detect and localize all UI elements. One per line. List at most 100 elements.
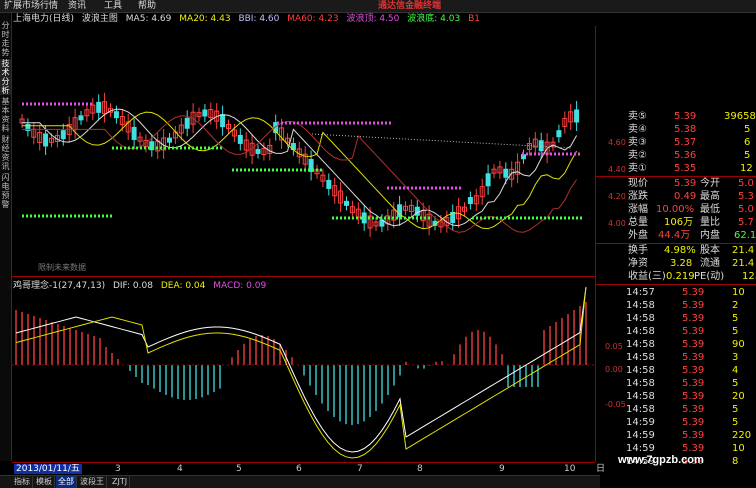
candle-body: [202, 109, 208, 117]
ask-price: 5.37: [674, 137, 697, 148]
stat-value: 5.39: [674, 178, 697, 189]
menu-item-extended-market[interactable]: 扩展市场行情: [4, 0, 58, 12]
stat-row: 净资 3.28 流通 21.4: [596, 258, 756, 270]
stat-value: 5.0: [738, 204, 754, 215]
left-tab-intraday[interactable]: 分时走势: [0, 21, 11, 57]
candle-body: [344, 200, 349, 206]
tick-row: 14:58 5.39 5: [596, 404, 756, 416]
stat-row: 收益(三) 0.219 PE(动) 12.: [596, 271, 756, 283]
tick-row: 14:58 5.39 90: [596, 339, 756, 351]
tick-row: 14:58 5.39 20: [596, 391, 756, 403]
main-chart-header: 上海电力(日线) 波浪主图 MA5: 4.69 MA20: 4.43 BBI: …: [13, 13, 485, 25]
tick-volume: 5: [732, 404, 739, 415]
stat-row: 外盘 44.4万 内盘 62.1: [596, 230, 756, 242]
ask-row: 卖③ 5.37 6: [596, 137, 756, 149]
tick-price: 5.39: [682, 365, 705, 376]
menu-item-news[interactable]: 资讯: [68, 0, 86, 12]
dif-line: [15, 286, 587, 453]
menu-item-tools[interactable]: 工具: [104, 0, 122, 12]
tick-price: 5.39: [682, 287, 705, 298]
ma20-value: MA20: 4.43: [179, 14, 231, 24]
ask-label: 卖⑤: [628, 111, 647, 122]
candlestick-pane[interactable]: [12, 26, 596, 277]
macd-pane[interactable]: [12, 277, 596, 462]
stat-label: 换手: [628, 245, 648, 256]
menu-item-help[interactable]: 帮助: [138, 0, 156, 12]
tick-row: 14:58 5.39 2: [596, 300, 756, 312]
ask-label: 卖③: [628, 137, 647, 148]
candle-body: [78, 115, 84, 121]
left-tab-basic-info[interactable]: 基本资料: [0, 97, 11, 133]
stat-label: 流通: [700, 258, 720, 269]
stat-label: 总量: [628, 217, 648, 228]
stat-label: 外盘: [628, 230, 648, 241]
left-tab-finance-news[interactable]: 财经资讯: [0, 135, 11, 171]
x-tick: 5: [236, 464, 242, 474]
tick-row: 14:58 5.39 5: [596, 326, 756, 338]
stat-value: 3.28: [670, 258, 693, 269]
stat-row: 现价 5.39 今开 5.0: [596, 178, 756, 190]
bottom-tab-wave-king[interactable]: 波段王: [78, 476, 107, 488]
tick-time: 14:58: [626, 326, 655, 337]
tick-time: 14:58: [626, 378, 655, 389]
tick-price: 5.39: [682, 404, 705, 415]
ask-label: 卖②: [628, 150, 647, 161]
tick-volume: 10: [732, 287, 745, 298]
candle-body: [60, 130, 66, 140]
stat-row: 涨跌 0.49 最高 5.3: [596, 191, 756, 203]
stat-label: 涨幅: [628, 204, 648, 215]
template-name[interactable]: 波浪主图: [82, 14, 118, 24]
stat-row: 总量 106万 量比 5.7: [596, 217, 756, 229]
ask-volume: 6: [744, 137, 751, 148]
tick-row: 14:57 5.39 10: [596, 287, 756, 299]
ask-price: 5.38: [674, 124, 697, 135]
bottom-tab-indicator[interactable]: 指标: [12, 476, 33, 488]
bottom-tab-template[interactable]: 模板: [34, 476, 55, 488]
stat-label: 涨跌: [628, 191, 648, 202]
tick-price: 5.39: [682, 430, 705, 441]
left-tab-technical[interactable]: 技术分析: [0, 59, 11, 95]
tick-price: 5.39: [682, 378, 705, 389]
tick-time: 14:58: [626, 365, 655, 376]
candle-body: [326, 179, 332, 189]
tick-time: 14:58: [626, 391, 655, 402]
tick-volume: 5: [732, 313, 739, 324]
tick-volume: 3: [732, 352, 739, 363]
stat-label: PE(动): [694, 271, 725, 282]
ask-volume: 5: [744, 150, 751, 161]
stat-value: 10.00%: [656, 204, 695, 215]
candle-body: [131, 126, 137, 140]
stat-value: 12.: [742, 271, 756, 282]
bbi-value: BBI: 4.60: [238, 14, 280, 24]
stat-value: 0.219: [666, 271, 695, 282]
candle-body: [467, 197, 473, 205]
stat-value: 5.0: [738, 178, 754, 189]
tick-price: 5.39: [682, 339, 705, 350]
ma60-line: [22, 115, 578, 233]
ask-price: 5.36: [674, 150, 697, 161]
candle-body: [538, 140, 544, 152]
stat-label: 量比: [700, 217, 720, 228]
ask-volume: 5: [744, 124, 751, 135]
divider: [596, 176, 756, 177]
bottom-tab-zjtj[interactable]: ZJTJ: [110, 476, 131, 488]
future-data-hint: 限制未来数据: [38, 263, 86, 272]
wave-bottom-value: 波浪底: 4.03: [407, 14, 461, 24]
bottom-tab-all[interactable]: 全部: [56, 476, 77, 488]
tick-row: 14:59 5.39 220: [596, 430, 756, 442]
tick-time: 14:59: [626, 430, 655, 441]
ask-label: 卖①: [628, 163, 647, 174]
left-tab-alert[interactable]: 闪电预警: [0, 173, 11, 209]
stat-label: 最高: [700, 191, 720, 202]
ma60-value: MA60: 4.23: [287, 14, 339, 24]
ask-row: 卖② 5.36 5: [596, 150, 756, 162]
ask-row: 卖⑤ 5.39 39658: [596, 111, 756, 123]
stat-value: 21.4: [732, 258, 755, 269]
tick-volume: 5: [732, 326, 739, 337]
tick-volume: 10: [732, 443, 745, 454]
candle-body: [503, 168, 509, 178]
tick-row: 14:58 5.39 5: [596, 313, 756, 325]
stat-label: 现价: [628, 178, 648, 189]
bottom-tab-bar: 指标 模板 全部 波段王 ZJTJ: [0, 475, 600, 488]
stat-value: 44.4万: [658, 230, 691, 241]
